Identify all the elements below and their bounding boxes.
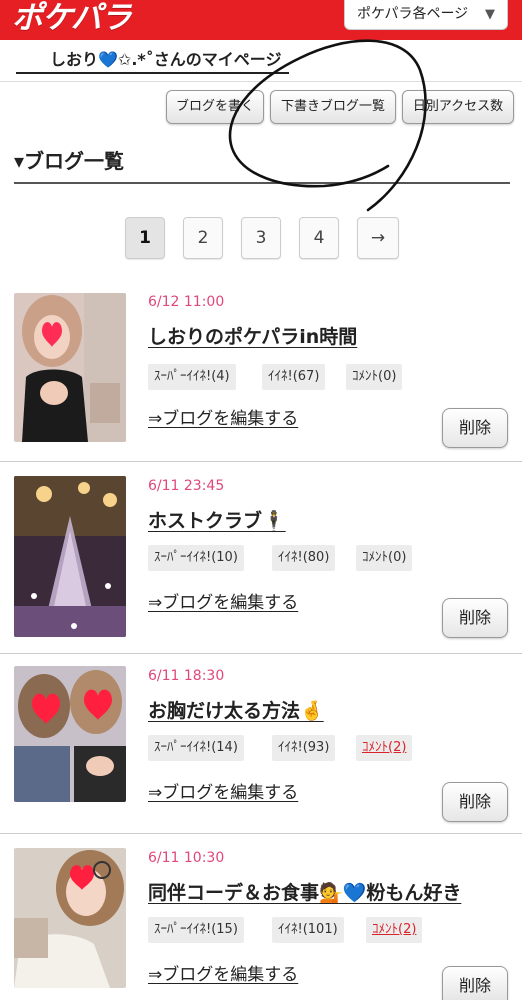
page-title[interactable]: しおり💙✩.*˚さんのマイページ (16, 48, 290, 74)
entry-date: 6/11 18:30 (148, 668, 225, 684)
daily-access-button[interactable]: 日別アクセス数 (402, 90, 514, 124)
comment-link[interactable]: ｺﾒﾝﾄ(2) (366, 917, 423, 943)
blog-thumbnail[interactable] (14, 293, 126, 442)
blog-entry: 6/11 18:30 お胸だけ太る方法🤞 ｽｰﾊﾟｰｲｲﾈ!(14) ｲｲﾈ!(… (0, 654, 522, 834)
blog-thumbnail[interactable] (14, 476, 126, 637)
delete-button[interactable]: 削除 (442, 966, 508, 1000)
like-count: ｲｲﾈ!(80) (272, 545, 336, 571)
entry-title[interactable]: 同伴コーデ＆お食事💁💙粉もん好き (148, 878, 461, 905)
super-like-count: ｽｰﾊﾟｰｲｲﾈ!(15) (148, 917, 244, 943)
comment-count: ｺﾒﾝﾄ(0) (356, 545, 413, 571)
photo-placeholder-icon (14, 848, 126, 988)
comment-link[interactable]: ｺﾒﾝﾄ(2) (356, 735, 413, 761)
mypage-bar: しおり💙✩.*˚さんのマイページ (0, 40, 522, 82)
site-logo[interactable]: ポケパラ (12, 0, 132, 36)
super-like-count: ｽｰﾊﾟｰｲｲﾈ!(14) (148, 735, 244, 761)
page-select-dropdown[interactable]: ポケパラ各ページ ▼ (344, 0, 508, 30)
page-4-button[interactable]: 4 (299, 217, 339, 259)
photo-placeholder-icon (14, 476, 126, 637)
entry-date: 6/12 11:00 (148, 294, 225, 310)
delete-button[interactable]: 削除 (442, 408, 508, 448)
entry-title[interactable]: お胸だけ太る方法🤞 (148, 696, 324, 723)
edit-blog-link[interactable]: ⇒ブログを編集する (148, 588, 298, 613)
site-header: ポケパラ ポケパラ各ページ ▼ (0, 0, 522, 40)
blog-entry: 6/11 23:45 ホストクラブ🕴 ｽｰﾊﾟｰｲｲﾈ!(10) ｲｲﾈ!(80… (0, 462, 522, 654)
like-count: ｲｲﾈ!(93) (272, 735, 336, 761)
delete-button[interactable]: 削除 (442, 782, 508, 822)
delete-button[interactable]: 削除 (442, 598, 508, 638)
comment-count: ｺﾒﾝﾄ(0) (346, 364, 403, 390)
super-like-count: ｽｰﾊﾟｰｲｲﾈ!(10) (148, 545, 244, 571)
page-1-button[interactable]: 1 (125, 217, 165, 259)
edit-blog-link[interactable]: ⇒ブログを編集する (148, 960, 298, 985)
next-page-button[interactable]: → (357, 217, 399, 259)
page-select-label: ポケパラ各ページ (357, 6, 469, 22)
page-2-button[interactable]: 2 (183, 217, 223, 259)
entry-date: 6/11 10:30 (148, 850, 225, 866)
write-blog-button[interactable]: ブログを書く (166, 90, 264, 124)
blog-thumbnail[interactable] (14, 848, 126, 988)
blog-list-heading: ▾ブログ一覧 (14, 146, 510, 184)
chevron-down-icon: ▼ (485, 7, 495, 22)
blog-thumbnail[interactable] (14, 666, 126, 802)
entry-date: 6/11 23:45 (148, 478, 225, 494)
like-count: ｲｲﾈ!(101) (272, 917, 344, 943)
draft-list-button[interactable]: 下書きブログ一覧 (270, 90, 396, 124)
photo-placeholder-icon (14, 666, 126, 802)
edit-blog-link[interactable]: ⇒ブログを編集する (148, 778, 298, 803)
super-like-count: ｽｰﾊﾟｰｲｲﾈ!(4) (148, 364, 236, 390)
page-3-button[interactable]: 3 (241, 217, 281, 259)
blog-entry: 6/11 10:30 同伴コーデ＆お食事💁💙粉もん好き ｽｰﾊﾟｰｲｲﾈ!(15… (0, 834, 522, 1000)
entry-title[interactable]: ホストクラブ🕴 (148, 506, 286, 533)
edit-blog-link[interactable]: ⇒ブログを編集する (148, 404, 298, 429)
blog-entry: 6/12 11:00 しおりのポケパラin時間 ｽｰﾊﾟｰｲｲﾈ!(4) ｲｲﾈ… (0, 280, 522, 462)
photo-placeholder-icon (14, 293, 126, 442)
like-count: ｲｲﾈ!(67) (262, 364, 326, 390)
entry-title[interactable]: しおりのポケパラin時間 (148, 322, 357, 349)
